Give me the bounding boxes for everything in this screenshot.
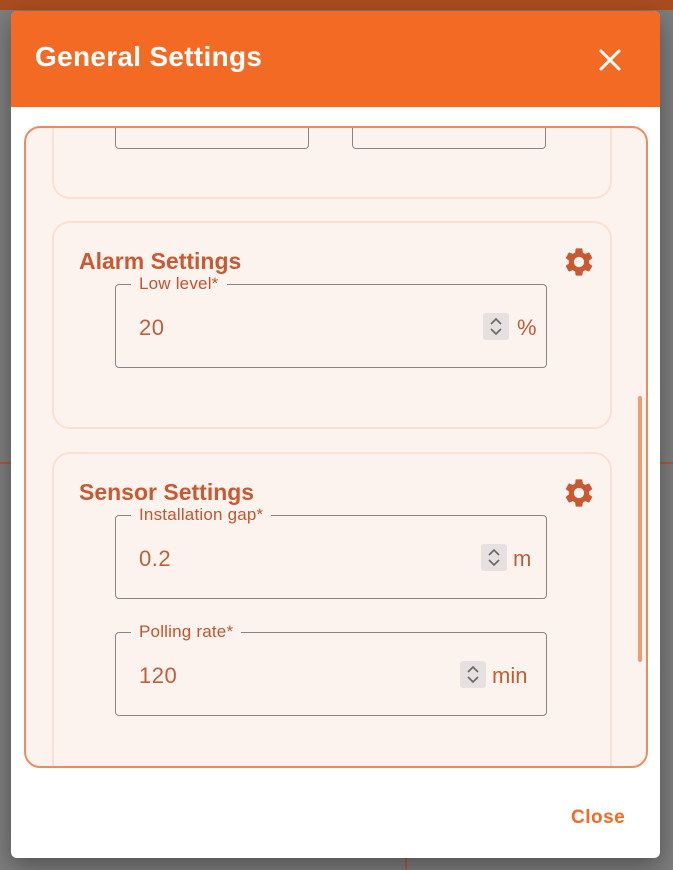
gear-icon[interactable] <box>562 245 596 279</box>
installation-gap-field[interactable]: Installation gap* 0.2 m <box>115 505 547 599</box>
field-label: Low level* <box>131 274 227 294</box>
field-label: Installation gap* <box>131 505 272 525</box>
background-divider <box>660 462 673 464</box>
background-divider <box>405 858 407 870</box>
dialog-title: General Settings <box>35 41 263 72</box>
spinner-arrows-icon[interactable] <box>483 313 509 340</box>
previous-field[interactable] <box>115 128 309 149</box>
section-title: Sensor Settings <box>79 479 255 505</box>
alarm-settings-section: Alarm Settings Low level* 20 % <box>52 221 612 429</box>
close-icon[interactable] <box>597 47 623 73</box>
field-value[interactable]: 0.2 <box>139 546 171 572</box>
field-unit: % <box>517 315 537 340</box>
spinner-arrows-icon[interactable] <box>460 661 486 688</box>
polling-rate-field[interactable]: Polling rate* 120 min <box>115 622 547 716</box>
section-title: Alarm Settings <box>79 248 242 274</box>
field-value[interactable]: 120 <box>139 663 177 689</box>
previous-field[interactable] <box>352 128 546 149</box>
general-settings-dialog: General Settings Alarm Settings Low leve… <box>11 11 660 858</box>
close-button[interactable]: Close <box>571 807 625 829</box>
low-level-field[interactable]: Low level* 20 % <box>115 274 547 368</box>
previous-settings-section <box>52 128 612 199</box>
spinner-arrows-icon[interactable] <box>481 544 507 571</box>
field-label: Polling rate* <box>131 622 242 642</box>
field-unit: min <box>492 663 528 688</box>
gear-icon[interactable] <box>562 476 596 510</box>
field-unit: m <box>513 546 532 571</box>
sensor-settings-section: Sensor Settings Installation gap* 0.2 m <box>52 452 612 766</box>
field-value[interactable]: 20 <box>139 315 164 341</box>
vertical-scrollbar[interactable] <box>638 396 642 662</box>
settings-scroll-panel[interactable]: Alarm Settings Low level* 20 % Sensor Se… <box>24 126 648 768</box>
dialog-header: General Settings <box>11 11 660 107</box>
background-topbar <box>0 0 673 10</box>
